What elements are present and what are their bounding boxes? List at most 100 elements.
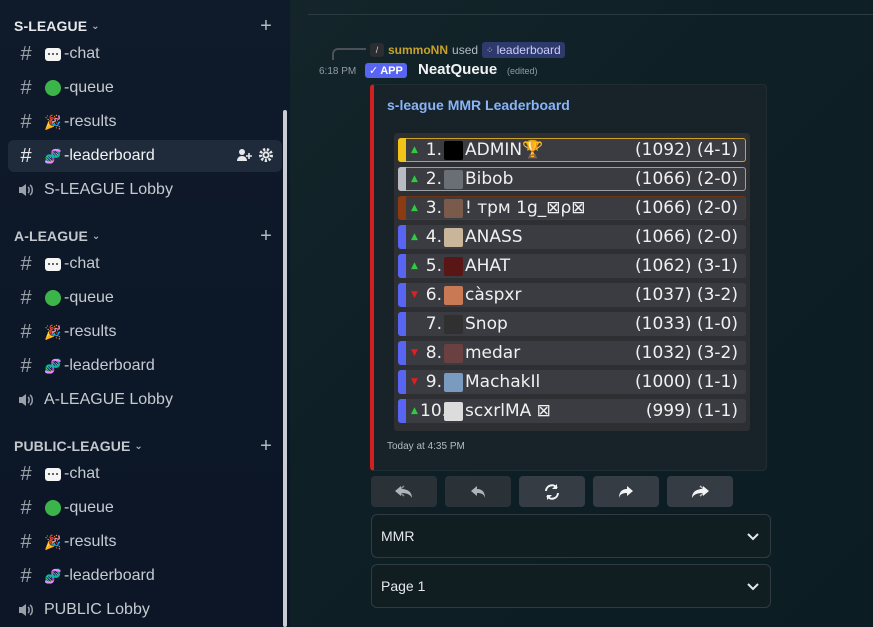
- channel-label: -queue: [64, 79, 114, 96]
- reply-username[interactable]: summoNN: [388, 43, 448, 57]
- reply-left-icon: [471, 485, 485, 498]
- channel-s-chat[interactable]: # -chat: [8, 38, 282, 70]
- channel-s-results[interactable]: # 🎉 -results: [8, 106, 282, 138]
- player-avatar: [444, 372, 463, 392]
- speaker-icon: [16, 392, 36, 408]
- leaderboard-row: ▲ 2. Bibob (1066) (2-0): [398, 167, 746, 191]
- leaderboard-row: ▼ 6. càspxr (1037) (3-2): [398, 283, 746, 307]
- hash-icon: #: [20, 564, 32, 587]
- refresh-button[interactable]: [519, 476, 585, 507]
- double-reply-right-icon: [692, 484, 709, 498]
- checkmark-icon: ✓: [369, 65, 379, 77]
- player-stats: (999) (1-1): [645, 401, 738, 421]
- rank-color-bar: [398, 341, 406, 365]
- rank-number: 6.: [425, 285, 442, 305]
- channel-label: -chat: [64, 255, 100, 272]
- rank-color-bar: [398, 370, 406, 394]
- gear-icon[interactable]: [258, 147, 274, 166]
- app-command-icon: ⁘: [486, 44, 494, 55]
- first-page-button[interactable]: [371, 476, 437, 507]
- refresh-icon: [545, 483, 559, 500]
- add-channel-icon[interactable]: +: [258, 16, 274, 36]
- leaderboard-row: ▲ 4. ANASS (1066) (2-0): [398, 225, 746, 249]
- hash-icon: #: [20, 252, 32, 275]
- player-avatar: [444, 198, 463, 218]
- sidebar-scrollbar[interactable]: [283, 110, 287, 627]
- player-name: càspxr: [465, 285, 522, 305]
- party-popper-icon: 🎉: [44, 533, 62, 550]
- invite-member-icon[interactable]: [236, 147, 252, 166]
- pagination-buttons: [371, 476, 733, 507]
- page-select[interactable]: Page 1: [371, 564, 771, 608]
- party-popper-icon: 🎉: [44, 323, 62, 340]
- channel-label: -results: [64, 533, 117, 550]
- channel-a-leaderboard[interactable]: # 🧬 -leaderboard: [8, 350, 282, 382]
- player-avatar: [444, 401, 463, 421]
- channel-p-leaderboard[interactable]: # 🧬 -leaderboard: [8, 560, 282, 592]
- category-public-league[interactable]: PUBLIC-LEAGUE ⌄: [14, 436, 143, 456]
- rank-color-bar: [398, 254, 406, 278]
- reply-used-text: used: [452, 43, 479, 57]
- voice-channel-public-lobby[interactable]: PUBLIC Lobby: [8, 594, 282, 626]
- player-name: MachakIl: [465, 372, 541, 392]
- dna-icon: 🧬: [44, 357, 62, 374]
- channel-a-chat[interactable]: # -chat: [8, 248, 282, 280]
- next-page-button[interactable]: [593, 476, 659, 507]
- rank-number: 3.: [425, 198, 442, 218]
- embed-title: s-league MMR Leaderboard: [387, 97, 570, 113]
- bot-username[interactable]: NeatQueue: [418, 61, 497, 78]
- player-avatar: [444, 169, 463, 189]
- channel-a-queue[interactable]: # -queue: [8, 282, 282, 314]
- rank-number: 10.: [420, 401, 448, 421]
- channel-label: -leaderboard: [64, 147, 155, 164]
- player-stats: (1000) (1-1): [635, 372, 738, 392]
- previous-page-button[interactable]: [445, 476, 511, 507]
- command-reply-context[interactable]: / summoNN used ⁘ leaderboard: [370, 42, 565, 58]
- channel-label: S-LEAGUE Lobby: [44, 181, 173, 198]
- voice-channel-s-lobby[interactable]: S-LEAGUE Lobby: [8, 174, 282, 206]
- player-name: ANASS: [465, 227, 523, 247]
- hash-icon: #: [20, 496, 32, 519]
- leaderboard-image[interactable]: ▲ 1. ADMIN🏆 (1092) (4-1) ▲ 2. Bibob (1066) (2-0…: [394, 133, 750, 431]
- channel-p-results[interactable]: # 🎉 -results: [8, 526, 282, 558]
- trend-up-icon: ▲: [411, 406, 418, 416]
- speaker-icon: [16, 182, 36, 198]
- leaderboard-type-select[interactable]: MMR: [371, 514, 771, 558]
- category-label: PUBLIC-LEAGUE: [14, 438, 131, 454]
- player-avatar: [444, 314, 463, 334]
- channel-label: -results: [64, 113, 117, 130]
- rank-number: 4.: [425, 227, 442, 247]
- player-avatar: [444, 285, 463, 305]
- hash-icon: #: [20, 76, 32, 99]
- add-channel-icon[interactable]: +: [258, 436, 274, 456]
- player-name: ! трм 1g_⊠ρ⊠: [465, 198, 586, 218]
- add-channel-icon[interactable]: +: [258, 226, 274, 246]
- rank-number: 8.: [425, 343, 442, 363]
- embed-footer: Today at 4:35 PM: [387, 441, 465, 452]
- channel-a-results[interactable]: # 🎉 -results: [8, 316, 282, 348]
- player-name: ADMIN🏆: [465, 140, 544, 160]
- rank-color-bar: [398, 196, 406, 220]
- channel-s-queue[interactable]: # -queue: [8, 72, 282, 104]
- voice-channel-a-lobby[interactable]: A-LEAGUE Lobby: [8, 384, 282, 416]
- player-name: scxrlMA ⊠: [465, 401, 551, 421]
- speech-bubble-icon: [44, 255, 62, 273]
- message-timestamp: 6:18 PM: [319, 66, 357, 77]
- hash-icon: #: [20, 110, 32, 133]
- category-s-league[interactable]: S-LEAGUE ⌄: [14, 16, 100, 36]
- leaderboard-row: ▲ 5. AHAT (1062) (3-1): [398, 254, 746, 278]
- hash-icon: #: [20, 144, 32, 167]
- command-pill[interactable]: ⁘ leaderboard: [482, 42, 565, 58]
- dna-icon: 🧬: [44, 567, 62, 584]
- last-page-button[interactable]: [667, 476, 733, 507]
- channel-p-chat[interactable]: # -chat: [8, 458, 282, 490]
- edited-label: (edited): [507, 66, 538, 76]
- speech-bubble-icon: [44, 465, 62, 483]
- rank-color-bar: [398, 167, 406, 191]
- channel-s-leaderboard[interactable]: # 🧬 -leaderboard: [8, 140, 282, 172]
- double-reply-left-icon: [395, 484, 412, 498]
- channel-p-queue[interactable]: # -queue: [8, 492, 282, 524]
- channel-label: -chat: [64, 45, 100, 62]
- rank-number: 7.: [425, 314, 442, 334]
- category-a-league[interactable]: A-LEAGUE ⌄: [14, 226, 100, 246]
